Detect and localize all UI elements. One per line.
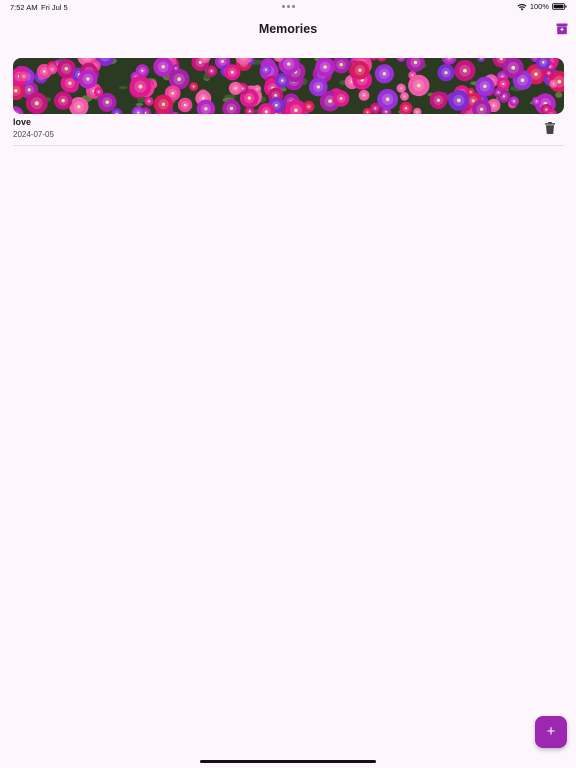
status-bar: 7:52 AM Fri Jul 5 100%	[0, 0, 576, 14]
memory-card[interactable]: love 2024-07-05	[13, 58, 564, 146]
app-bar: Memories	[0, 14, 576, 46]
archive-button[interactable]	[556, 23, 568, 35]
page-title: Memories	[258, 22, 318, 36]
add-memory-button[interactable]: +	[535, 716, 567, 748]
battery-percent: 100%	[529, 2, 549, 11]
status-time: 7:52 AM	[10, 3, 38, 12]
plus-icon: +	[546, 723, 556, 740]
wifi-icon	[517, 3, 527, 11]
delete-button[interactable]	[545, 122, 555, 134]
trash-icon	[545, 122, 555, 134]
status-indicators: 100%	[517, 2, 567, 11]
battery-icon	[552, 3, 567, 10]
memory-date: 2024-07-05	[13, 130, 54, 139]
multitask-dots-icon[interactable]	[282, 5, 295, 8]
home-indicator	[200, 760, 376, 763]
archive-icon	[556, 23, 568, 35]
memory-image[interactable]	[13, 58, 564, 114]
divider	[13, 145, 564, 146]
memory-title: love	[13, 117, 32, 127]
status-date: Fri Jul 5	[41, 3, 68, 12]
flower-photo	[13, 58, 564, 114]
